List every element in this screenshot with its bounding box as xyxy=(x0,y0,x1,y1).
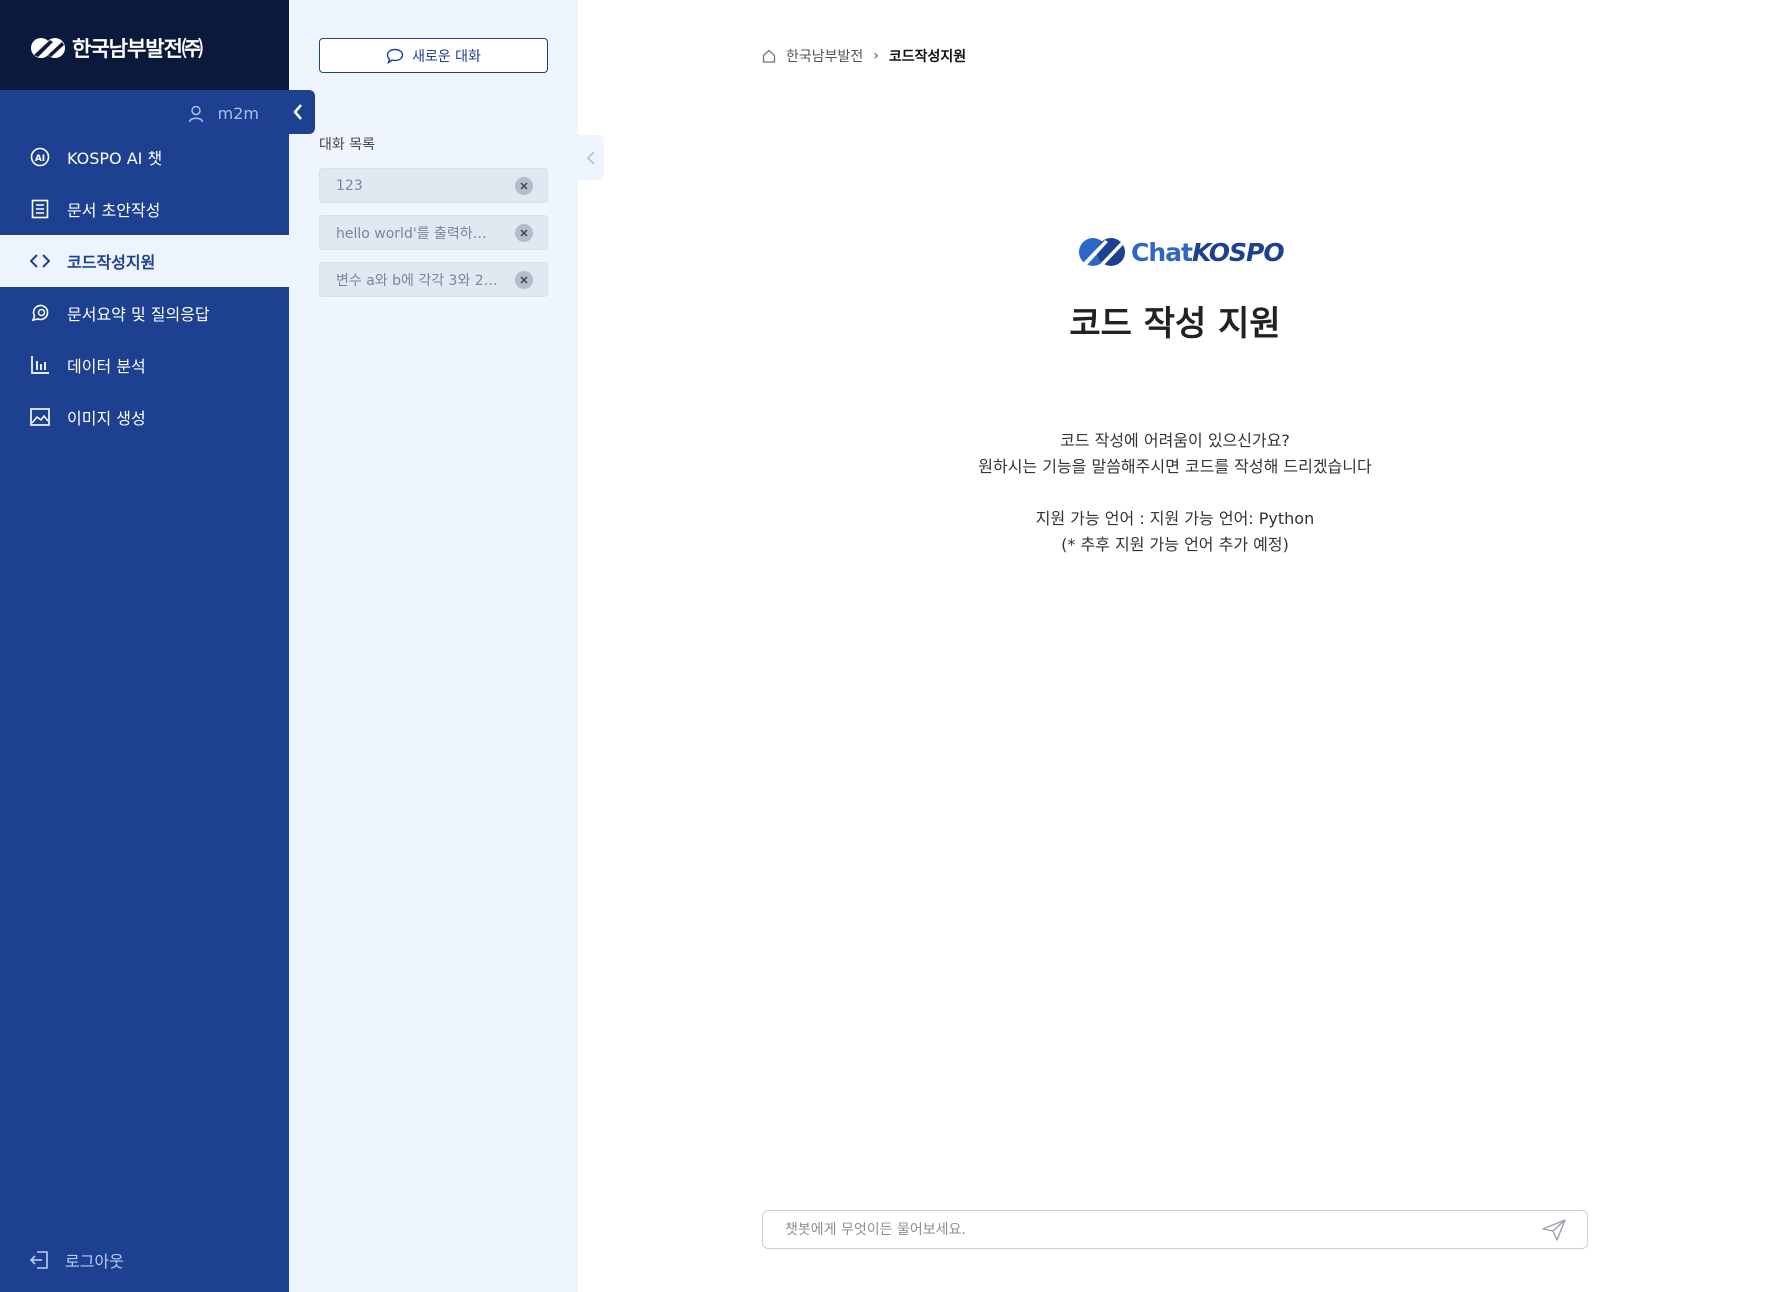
nav-item-document-draft[interactable]: 문서 초안작성 xyxy=(0,183,289,235)
nav-item-label: 문서 초안작성 xyxy=(67,201,161,220)
logo-bar: 한국남부발전㈜ xyxy=(0,0,289,90)
chatkospo-logo: ChatKOSPO xyxy=(1077,236,1285,268)
chat-input-box xyxy=(762,1210,1588,1249)
chat-input[interactable] xyxy=(785,1211,1525,1248)
home-icon[interactable] xyxy=(762,49,776,63)
new-chat-label: 새로운 대화 xyxy=(412,48,481,65)
delete-conversation-icon[interactable] xyxy=(515,223,533,242)
company-logo-text: 한국남부발전㈜ xyxy=(72,37,203,61)
ai-chat-icon: AI xyxy=(29,146,51,168)
nav-item-data-analysis[interactable]: 데이터 분석 xyxy=(0,339,289,391)
conversation-title: 123 xyxy=(336,177,363,194)
nav-menu: AI KOSPO AI 챗 문서 초안작성 코드작성지원 문서요약 및 질의응답 xyxy=(0,131,289,443)
company-logo[interactable]: 한국남부발전㈜ xyxy=(30,33,203,63)
bar-chart-icon xyxy=(29,354,51,376)
send-icon[interactable] xyxy=(1541,1218,1567,1242)
nav-item-label: 코드작성지원 xyxy=(67,253,156,272)
conversation-title: hello world'를 출력하… xyxy=(336,225,487,242)
conversation-item[interactable]: 123 xyxy=(319,168,548,203)
sidebar-collapse-button[interactable] xyxy=(280,90,315,134)
page-title: 코드 작성 지원 xyxy=(1069,304,1281,344)
company-logo-icon xyxy=(31,38,65,58)
intro-line: 코드 작성에 어려움이 있으신가요? xyxy=(1060,431,1290,450)
delete-conversation-icon[interactable] xyxy=(515,270,533,289)
nav-item-code-assist[interactable]: 코드작성지원 xyxy=(0,235,289,287)
nav-item-image-generation[interactable]: 이미지 생성 xyxy=(0,391,289,443)
nav-item-label: KOSPO AI 챗 xyxy=(67,149,163,168)
speech-bubble-icon xyxy=(386,48,404,64)
intro-line xyxy=(762,480,1588,506)
svg-text:AI: AI xyxy=(35,154,45,164)
delete-conversation-icon[interactable] xyxy=(515,176,533,195)
nav-item-kospo-ai-chat[interactable]: AI KOSPO AI 챗 xyxy=(0,131,289,183)
conversation-list-title: 대화 목록 xyxy=(319,137,375,153)
breadcrumb: 한국남부발전 › 코드작성지원 xyxy=(762,46,966,66)
intro-line: 원하시는 기능을 말씀해주시면 코드를 작성해 드리겠습니다 xyxy=(978,457,1372,476)
conversation-item[interactable]: hello world'를 출력하… xyxy=(319,215,548,250)
intro-line: 지원 가능 언어 : 지원 가능 언어: Python xyxy=(1035,509,1315,528)
panel-collapse-button[interactable] xyxy=(578,135,604,180)
image-icon xyxy=(29,406,51,428)
intro-description: 코드 작성에 어려움이 있으신가요? 원하시는 기능을 말씀해주시면 코드를 작… xyxy=(762,428,1588,558)
chat-bubbles-icon xyxy=(29,302,51,324)
nav-item-label: 문서요약 및 질의응답 xyxy=(67,305,210,324)
conversation-title: 변수 a와 b에 각각 3와 2… xyxy=(336,272,498,289)
nav-item-doc-summary-qa[interactable]: 문서요약 및 질의응답 xyxy=(0,287,289,339)
code-icon xyxy=(29,250,51,272)
sidebar-nav: 한국남부발전㈜ m2m AI KOSPO AI 챗 문서 초안작성 코드작성지원 xyxy=(0,0,289,1292)
user-info: m2m xyxy=(188,104,259,123)
conversation-panel: 새로운 대화 대화 목록 123 hello world'를 출력하… 변수 a… xyxy=(289,0,578,1292)
chevron-left-icon xyxy=(292,104,302,120)
intro-line: (* 추후 지원 가능 언어 추가 예정) xyxy=(1061,535,1289,554)
breadcrumb-separator: › xyxy=(873,48,879,64)
chevron-left-icon xyxy=(586,150,595,165)
chatkospo-logo-text: ChatKOSPO xyxy=(1131,237,1285,267)
user-name: m2m xyxy=(217,104,259,123)
nav-item-label: 데이터 분석 xyxy=(67,357,146,376)
new-chat-button[interactable]: 새로운 대화 xyxy=(319,38,548,73)
nav-item-label: 이미지 생성 xyxy=(67,409,146,428)
document-icon xyxy=(29,198,51,220)
chatkospo-logo-icon xyxy=(1079,238,1125,266)
breadcrumb-current: 코드작성지원 xyxy=(888,49,967,65)
logout-icon xyxy=(29,1251,48,1269)
conversation-item[interactable]: 변수 a와 b에 각각 3와 2… xyxy=(319,262,548,297)
conversation-list: 123 hello world'를 출력하… 변수 a와 b에 각각 3와 2… xyxy=(319,168,548,309)
logout-button[interactable]: 로그아웃 xyxy=(29,1248,124,1272)
breadcrumb-home[interactable]: 한국남부발전 xyxy=(786,46,863,66)
user-icon xyxy=(188,105,203,122)
logout-label: 로그아웃 xyxy=(65,1252,124,1271)
